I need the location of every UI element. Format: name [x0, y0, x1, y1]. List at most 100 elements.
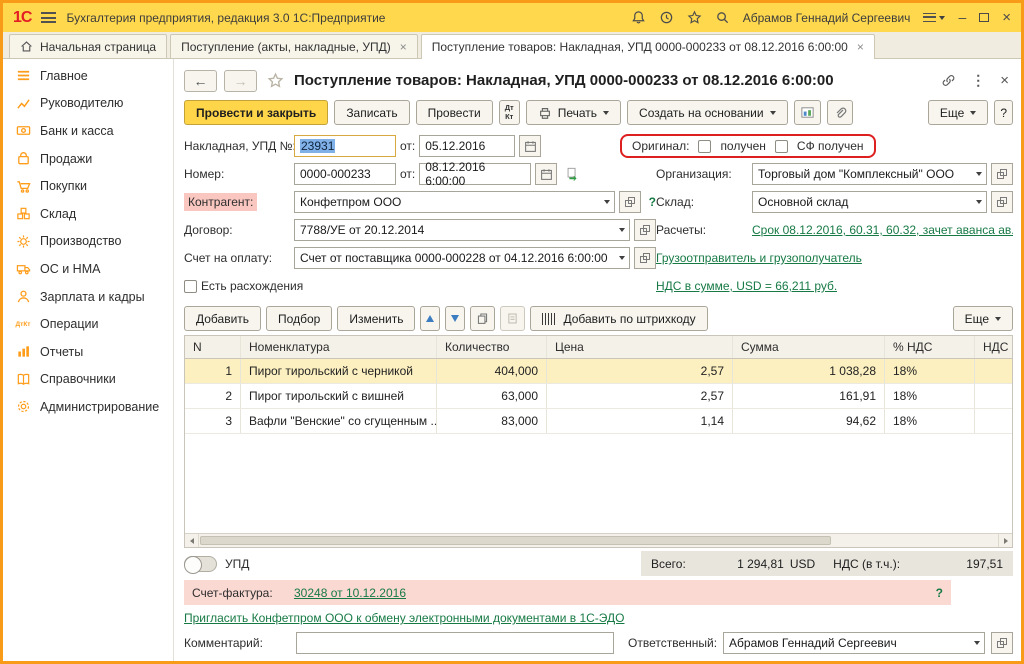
move-up-button[interactable]	[420, 306, 440, 331]
related-reports-button[interactable]	[794, 100, 821, 125]
shipper-consignee-link[interactable]: Грузоотправитель и грузополучатель	[656, 251, 862, 265]
contract-combo[interactable]: 7788/УЕ от 20.12.2014	[294, 219, 630, 241]
table-row[interactable]: 2 Пирог тирольский с вишней 63,000 2,57 …	[185, 384, 1012, 409]
sidebar-item-rukovoditelyu[interactable]: Руководителю	[3, 90, 173, 118]
post-and-close-button[interactable]: Провести и закрыть	[184, 100, 328, 125]
vat-in-total-link[interactable]: НДС в сумме, USD = 66,211 руб.	[656, 279, 837, 293]
more-button[interactable]: Еще	[928, 100, 988, 125]
tab-goods-receipt[interactable]: Поступление товаров: Накладная, УПД 0000…	[421, 34, 875, 59]
copy-row-button[interactable]	[470, 306, 495, 331]
sidebar-item-otchety[interactable]: Отчеты	[3, 338, 173, 366]
service-settings-menu[interactable]	[923, 13, 945, 22]
invoice-date-input[interactable]: 05.12.2016	[419, 135, 515, 157]
sidebar-item-operatsii[interactable]: ДтКт Операции	[3, 310, 173, 338]
tab-close-icon[interactable]: ×	[400, 40, 407, 54]
sf-received-checkbox[interactable]	[775, 140, 788, 153]
contragent-help-icon[interactable]: ?	[649, 195, 656, 209]
column-header-n[interactable]: N	[185, 336, 241, 358]
history-icon[interactable]	[659, 10, 674, 25]
forward-button[interactable]: →	[224, 70, 257, 92]
sidebar-item-pokupki[interactable]: Покупки	[3, 172, 173, 200]
responsible-combo[interactable]: Абрамов Геннадий Сергеевич	[723, 632, 985, 654]
sidebar-item-bank-kassa[interactable]: Банк и касса	[3, 117, 173, 145]
responsible-open-button[interactable]	[991, 632, 1013, 654]
sidebar-item-glavnoe[interactable]: Главное	[3, 62, 173, 90]
doc-date-input[interactable]: 08.12.2016 6:00:00	[419, 163, 531, 185]
table-row[interactable]: 3 Вафли "Венские" со сгущенным ... 83,00…	[185, 409, 1012, 434]
calendar-button[interactable]	[535, 163, 557, 185]
change-number-button[interactable]	[561, 163, 583, 185]
add-by-barcode-button[interactable]: Добавить по штрихкоду	[530, 306, 707, 331]
organization-combo[interactable]: Торговый дом "Комплексный" ООО	[752, 163, 987, 185]
contract-open-button[interactable]	[634, 219, 656, 241]
sidebar-item-spravochniki[interactable]: Справочники	[3, 366, 173, 394]
close-window-icon[interactable]: ×	[1002, 10, 1011, 25]
upd-toggle-label[interactable]: УПД	[225, 557, 249, 571]
invoice-number-input[interactable]: 23931	[294, 135, 396, 157]
payment-invoice-open-button[interactable]	[634, 247, 656, 269]
minimize-icon[interactable]: –	[958, 15, 966, 21]
original-received-label[interactable]: получен	[720, 139, 765, 153]
invoice-received-link[interactable]: 30248 от 10.12.2016	[294, 586, 406, 600]
column-header-quantity[interactable]: Количество	[437, 336, 547, 358]
comment-input[interactable]	[296, 632, 614, 654]
tab-close-icon[interactable]: ×	[857, 40, 864, 54]
move-down-button[interactable]	[445, 306, 465, 331]
main-menu-button[interactable]	[41, 12, 56, 23]
tab-receipts-list[interactable]: Поступление (акты, накладные, УПД) ×	[170, 34, 418, 58]
column-header-vat-rate[interactable]: % НДС	[885, 336, 975, 358]
search-icon[interactable]	[715, 10, 730, 25]
dtkt-button[interactable]: ДтКт	[499, 100, 520, 125]
payment-invoice-combo[interactable]: Счет от поставщика 0000-000228 от 04.12.…	[294, 247, 630, 269]
contragent-open-button[interactable]	[619, 191, 641, 213]
get-link-icon[interactable]	[941, 73, 956, 88]
edo-invite-link[interactable]: Пригласить Конфетпром ООО к обмену элект…	[184, 611, 625, 625]
maximize-icon[interactable]	[979, 13, 989, 22]
user-menu[interactable]: Абрамов Геннадий Сергеевич	[743, 11, 911, 25]
scroll-left-icon[interactable]	[185, 534, 199, 547]
items-more-button[interactable]: Еще	[953, 306, 1013, 331]
pick-items-button[interactable]: Подбор	[266, 306, 332, 331]
paste-row-button[interactable]	[500, 306, 525, 331]
calendar-button[interactable]	[519, 135, 541, 157]
table-row[interactable]: 1 Пирог тирольский с черникой 404,000 2,…	[185, 359, 1012, 384]
warehouse-open-button[interactable]	[991, 191, 1013, 213]
sidebar-item-administrirovanie[interactable]: Администрирование	[3, 393, 173, 421]
sidebar-item-sklad[interactable]: Склад	[3, 200, 173, 228]
more-actions-icon[interactable]: ⋮	[971, 72, 985, 89]
warehouse-combo[interactable]: Основной склад	[752, 191, 987, 213]
scroll-right-icon[interactable]	[998, 534, 1012, 547]
favorite-star-icon[interactable]	[267, 72, 284, 89]
tab-home[interactable]: Начальная страница	[9, 34, 167, 58]
contragent-combo[interactable]: Конфетпром ООО	[294, 191, 615, 213]
scrollbar-thumb[interactable]	[200, 536, 831, 545]
add-row-button[interactable]: Добавить	[184, 306, 261, 331]
discrepancies-label[interactable]: Есть расхождения	[201, 279, 303, 293]
post-button[interactable]: Провести	[416, 100, 493, 125]
original-received-checkbox[interactable]	[698, 140, 711, 153]
column-header-vat[interactable]: НДС	[975, 336, 1012, 358]
sf-received-label[interactable]: СФ получен	[797, 139, 864, 153]
column-header-sum[interactable]: Сумма	[733, 336, 885, 358]
organization-open-button[interactable]	[991, 163, 1013, 185]
back-button[interactable]: ←	[184, 70, 217, 92]
invoice-help-icon[interactable]: ?	[936, 586, 943, 600]
upd-toggle[interactable]	[184, 556, 217, 572]
number-input[interactable]: 0000-000233	[294, 163, 396, 185]
close-document-icon[interactable]: ×	[1000, 72, 1009, 89]
settlements-link[interactable]: Срок 08.12.2016, 60.31, 60.32, зачет ава…	[752, 223, 1013, 237]
horizontal-scrollbar[interactable]	[185, 533, 1012, 547]
write-button[interactable]: Записать	[334, 100, 409, 125]
edit-row-button[interactable]: Изменить	[337, 306, 415, 331]
help-button[interactable]: ?	[994, 100, 1013, 125]
discrepancies-checkbox[interactable]	[184, 280, 197, 293]
create-based-button[interactable]: Создать на основании	[627, 100, 788, 125]
column-header-nomenclature[interactable]: Номенклатура	[241, 336, 437, 358]
sidebar-item-prodazhi[interactable]: Продажи	[3, 145, 173, 173]
notifications-bell-icon[interactable]	[631, 10, 646, 25]
favorites-star-icon[interactable]	[687, 10, 702, 25]
sidebar-item-zarplata-kadry[interactable]: Зарплата и кадры	[3, 283, 173, 311]
sidebar-item-proizvodstvo[interactable]: Производство	[3, 228, 173, 256]
print-button[interactable]: Печать	[526, 100, 621, 125]
column-header-price[interactable]: Цена	[547, 336, 733, 358]
